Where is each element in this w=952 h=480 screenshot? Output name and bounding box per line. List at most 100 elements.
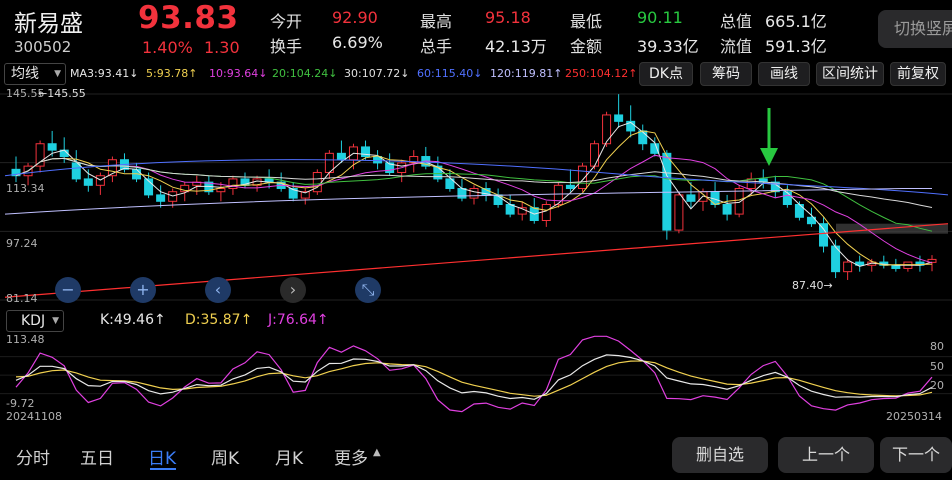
ma10-line	[15, 154, 933, 264]
candle-body	[638, 130, 648, 145]
candle-body	[457, 188, 467, 199]
zoom-out-icon[interactable]: −	[55, 277, 81, 303]
scroll-left-icon[interactable]: ‹	[205, 277, 231, 303]
change-amount: 1.30	[204, 38, 240, 57]
candle-body	[614, 114, 624, 122]
quote-value: 6.69%	[332, 33, 383, 52]
period-tab[interactable]: 日K	[148, 444, 176, 469]
candle-body	[469, 188, 479, 199]
stock-name: 新易盛	[14, 11, 83, 37]
period-tab[interactable]: 分时	[16, 444, 50, 469]
ma-legend-item: 250:104.12↑	[565, 67, 638, 80]
kdj-tick-20: 20	[930, 379, 944, 392]
range-stats-button[interactable]: 区间统计	[816, 62, 884, 86]
indicator-selector-label: 均线	[11, 66, 39, 82]
kdj-k-line	[15, 354, 933, 400]
kdj-axis-bottom: -9.72	[6, 397, 35, 410]
candle-body	[83, 178, 93, 186]
kdj-selector[interactable]: KDJ ▼	[6, 310, 64, 332]
candle-body	[156, 194, 166, 202]
quote-label: 总值	[720, 12, 753, 31]
candle-body	[650, 143, 660, 154]
switch-portrait-button[interactable]: 切换竖屏	[878, 10, 952, 48]
candle-body	[35, 143, 45, 167]
candle-body	[47, 143, 57, 151]
date-end: 20250314	[886, 410, 942, 423]
candle-body	[590, 143, 600, 167]
quote-label: 最低	[570, 12, 603, 31]
quote-label: 流值	[720, 37, 753, 56]
quote-value: 591.3亿	[765, 37, 827, 56]
quote-value: 90.11	[637, 8, 683, 27]
candle-body	[722, 203, 732, 215]
kdj-legend-bar: KDJ ▼ K:49.46↑ D:35.87↑ J:76.64↑	[0, 308, 952, 332]
candle-body	[565, 184, 575, 190]
candle-body	[541, 203, 551, 221]
quote-label: 换手	[270, 37, 303, 56]
ma-legend-item: 10:93.64↓	[209, 67, 268, 80]
ma-legend-item: 60:115.40↓	[417, 67, 483, 80]
kdj-j-line	[15, 335, 933, 413]
candle-body	[734, 188, 744, 215]
candle-body	[782, 191, 792, 205]
period-tab[interactable]: 周K	[211, 444, 239, 469]
quote-value: 42.13万	[485, 37, 547, 56]
scroll-right-icon[interactable]: ›	[280, 277, 306, 303]
ma-legend-item: 5:93.78↑	[146, 67, 198, 80]
ma120-line	[4, 188, 933, 215]
quote-value: 39.33亿	[637, 37, 699, 56]
kdj-tick-80: 80	[930, 340, 944, 353]
current-price: 93.83	[138, 0, 239, 36]
kdj-j-value: J:76.64↑	[268, 312, 329, 328]
quote-value: 665.1亿	[765, 12, 827, 31]
date-start: 20241108	[6, 410, 62, 423]
dk-point-button[interactable]: DK点	[639, 62, 693, 86]
price-axis-bottom: 81.14	[6, 292, 38, 305]
active-tab-underline	[150, 468, 176, 470]
stock-code: 300502	[14, 38, 72, 56]
kdj-tick-50: 50	[930, 360, 944, 373]
candle-body	[686, 194, 696, 202]
remove-watchlist-button[interactable]: 删自选	[672, 437, 768, 473]
quote-value: 92.90	[332, 8, 378, 27]
candle-body	[746, 178, 756, 190]
high-marker: ←145.55	[38, 87, 86, 100]
prev-stock-button[interactable]: 上一个	[778, 437, 874, 473]
change-percent: 1.40%	[142, 38, 193, 57]
kdj-d-value: D:35.87↑	[185, 312, 253, 328]
dropdown-icon: ▼	[52, 316, 59, 326]
kdj-selector-label: KDJ	[21, 313, 46, 329]
quote-label: 总手	[420, 37, 453, 56]
collapse-icon[interactable]: ⤡	[355, 277, 381, 303]
ma-legend-item: 20:104.24↓	[272, 67, 338, 80]
candlestick-chart[interactable]	[0, 88, 952, 306]
candle-body	[336, 152, 346, 161]
period-tab[interactable]: 月K	[275, 444, 303, 469]
ma-legend-item: MA3:93.41↓	[70, 67, 139, 80]
price-axis-mid2: 97.24	[6, 237, 38, 250]
next-stock-button[interactable]: 下一个	[880, 437, 952, 473]
kdj-chart[interactable]	[0, 334, 952, 416]
quote-value: 95.18	[485, 8, 531, 27]
kdj-axis-top: 113.48	[6, 333, 45, 346]
signal-arrow-head-icon	[760, 148, 778, 166]
candle-body	[602, 114, 612, 145]
adjust-button[interactable]: 前复权	[890, 62, 946, 86]
quote-label: 最高	[420, 12, 453, 31]
chip-button[interactable]: 筹码	[700, 62, 752, 86]
candle-body	[819, 223, 829, 247]
ma-legend-item: 30:107.72↓	[344, 67, 410, 80]
quote-label: 金额	[570, 37, 603, 56]
low-marker: 87.40→	[792, 279, 833, 292]
period-tab[interactable]: 更多	[334, 444, 368, 469]
candle-body	[71, 162, 81, 180]
draw-line-button[interactable]: 画线	[758, 62, 810, 86]
price-axis-mid1: 113.34	[6, 182, 45, 195]
zoom-in-icon[interactable]: +	[130, 277, 156, 303]
dropdown-icon: ▼	[54, 69, 61, 79]
more-arrow-icon: ▲	[373, 447, 381, 458]
indicator-selector[interactable]: 均线 ▼	[4, 63, 66, 85]
candle-body	[674, 194, 684, 231]
kdj-k-value: K:49.46↑	[100, 312, 166, 328]
period-tab[interactable]: 五日	[80, 444, 114, 469]
